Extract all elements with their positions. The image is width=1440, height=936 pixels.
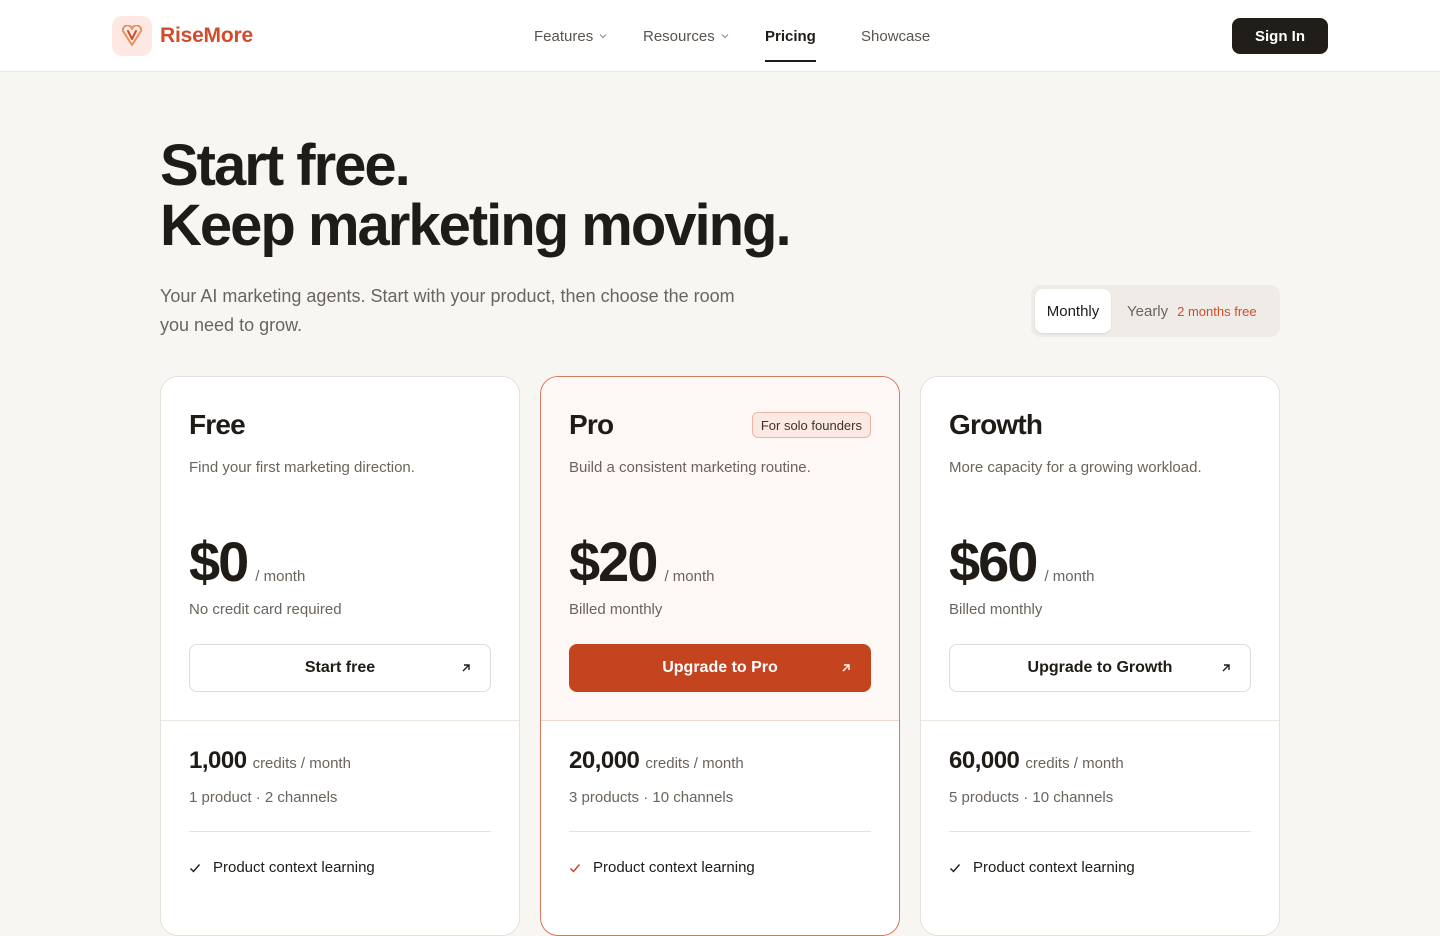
credits-unit: credits / month [1025,755,1124,772]
feature-item: Product context learning [189,859,375,876]
credits-unit: credits / month [645,755,744,772]
billing-yearly-option[interactable]: Yearly 2 months free [1127,289,1257,333]
price-period: / month [1044,568,1095,585]
plan-price: $20 / month [569,529,714,594]
nav-link-features[interactable]: Features [534,0,607,72]
plan-card-header: Free Find your first marketing direction… [161,377,519,721]
plan-card-free: Free Find your first marketing direction… [160,376,520,936]
title-line-1: Start free. [160,133,411,198]
plan-description: Build a consistent marketing routine. [569,459,811,476]
feature-label: Product context learning [593,859,755,876]
page-subtitle: Your AI marketing agents. Start with you… [160,286,735,335]
plan-card-header: Pro For solo founders Build a consistent… [541,377,899,721]
nav-link-label: Resources [643,27,715,45]
feature-label: Product context learning [973,859,1135,876]
price-amount: $20 [569,530,658,593]
feature-item: Product context learning [569,859,755,876]
title-line-2: Keep marketing moving. [160,193,792,258]
arrow-up-right-icon [842,664,850,672]
nav-link-label: Features [534,27,594,45]
divider [921,720,1279,721]
billing-period-toggle: Monthly Yearly 2 months free [1031,285,1280,337]
plan-name: Free [189,409,246,440]
brand-logo[interactable]: RiseMore [112,16,253,56]
plan-price: $0 / month [189,529,305,594]
check-icon [570,863,581,873]
nav-link-showcase[interactable]: Showcase [861,0,930,72]
top-navbar: RiseMore Features Resources Pricing Show… [0,0,1440,72]
nav-link-pricing[interactable]: Pricing [765,0,816,72]
plan-card-header: Growth More capacity for a growing workl… [921,377,1279,721]
chevron-down-icon [599,34,607,39]
sign-in-button[interactable]: Sign In [1232,18,1328,54]
plan-description: Find your first marketing direction. [189,459,415,476]
divider [541,720,899,721]
plan-card-growth: Growth More capacity for a growing workl… [920,376,1280,936]
billing-note: No credit card required [189,601,342,618]
plan-badge: For solo founders [751,412,871,438]
plan-credits: 60,000 credits / month [949,747,1124,775]
billing-note: Billed monthly [949,601,1043,618]
divider [949,831,1251,832]
nav-link-resources[interactable]: Resources [643,0,729,72]
price-amount: $0 [189,530,249,593]
divider [189,831,491,832]
plan-name: Growth [949,409,1043,440]
credits-unit: credits / month [252,755,351,772]
nav-link-label: Showcase [861,27,931,45]
check-icon [950,863,961,873]
price-amount: $60 [949,530,1038,593]
chevron-down-icon [721,34,729,39]
cta-label: Upgrade to Pro [662,659,778,676]
plan-price: $60 / month [949,529,1094,594]
brand-name: RiseMore [160,24,253,47]
billing-yearly-label: Yearly [1127,302,1169,320]
plan-limits: 3 products · 10 channels [569,789,734,806]
price-period: / month [255,568,306,585]
arrow-up-right-icon [1222,664,1230,672]
cta-label: Upgrade to Growth [1027,659,1173,676]
plan-credits: 1,000 credits / month [189,747,351,775]
upgrade-to-pro-button[interactable]: Upgrade to Pro [569,644,871,692]
check-icon [190,863,201,873]
feature-item: Product context learning [949,859,1135,876]
plan-limits: 1 product · 2 channels [189,789,338,806]
yearly-discount-badge: 2 months free [1177,303,1257,319]
divider [569,831,871,832]
arrow-up-right-icon [462,664,470,672]
plan-limits: 5 products · 10 channels [949,789,1114,806]
plan-credits: 20,000 credits / month [569,747,744,775]
start-free-button[interactable]: Start free [189,644,491,692]
plan-name: Pro [569,409,614,440]
plan-card-pro: Pro For solo founders Build a consistent… [540,376,900,936]
billing-monthly-option[interactable]: Monthly [1035,289,1111,333]
plan-description: More capacity for a growing workload. [949,459,1202,476]
nav-link-label: Pricing [765,27,816,45]
cta-label: Start free [304,659,376,676]
credits-amount: 60,000 [949,747,1020,774]
billing-note: Billed monthly [569,601,663,618]
heart-v-icon [112,16,152,56]
divider [161,720,519,721]
page-title: Start free. Keep marketing moving. [160,133,792,258]
upgrade-to-growth-button[interactable]: Upgrade to Growth [949,644,1251,692]
feature-label: Product context learning [213,859,375,876]
credits-amount: 1,000 [189,747,247,774]
price-period: / month [664,568,715,585]
credits-amount: 20,000 [569,747,640,774]
